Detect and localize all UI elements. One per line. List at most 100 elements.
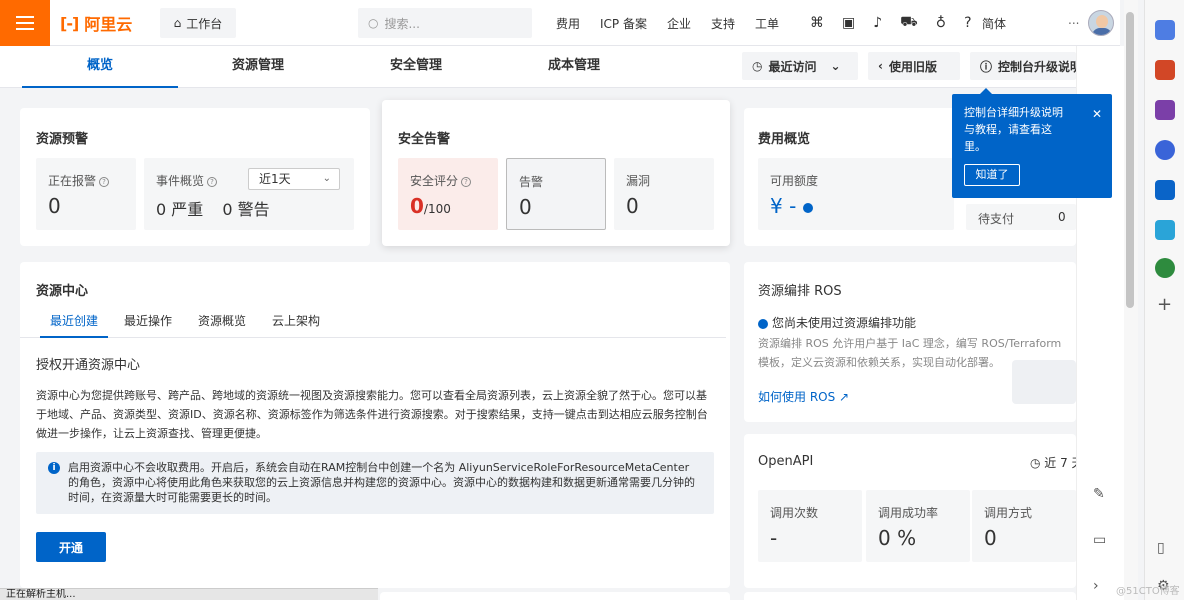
chevron-right-icon[interactable]: › <box>1093 578 1099 594</box>
toolbox-icon[interactable] <box>1155 60 1175 80</box>
tab-resource[interactable]: 资源管理 <box>180 46 336 88</box>
card-title: OpenAPI <box>758 454 814 469</box>
terminal-icon[interactable]: ▣ <box>842 15 855 31</box>
ros-help-link[interactable]: 如何使用 ROS ↗ <box>758 388 849 405</box>
aliyun-logo-icon: [-] <box>60 13 79 33</box>
ros-notice: 您尚未使用过资源编排功能 <box>772 316 917 330</box>
alarm-tile[interactable]: 正在报警? 0 <box>36 158 136 230</box>
search-placeholder: 搜索... <box>384 16 420 31</box>
vuln-tile[interactable]: 漏洞 0 <box>614 158 714 230</box>
status-bar: 正在解析主机... <box>0 588 378 600</box>
main-tabs: 概览 资源管理 安全管理 成本管理 ◷ 最近访问 ⌄ ‹ 使用旧版 ⓘ 控制台升… <box>0 46 1076 88</box>
score-value: 0 <box>410 194 424 218</box>
info-icon <box>758 318 768 329</box>
subtab-recent-ops[interactable]: 最近操作 <box>124 310 172 338</box>
resource-center-card: 资源中心 最近创建 最近操作 资源概览 云上架构 授权开通资源中心 资源中心为您… <box>20 262 730 588</box>
search-input[interactable]: ○ 搜索... <box>358 8 532 38</box>
got-it-button[interactable]: 知道了 <box>964 164 1020 186</box>
browser-sidebar: + ▯ ⚙ <box>1144 0 1184 600</box>
security-score-tile[interactable]: 安全评分? 0/100 <box>398 158 498 230</box>
help-icon[interactable]: ? <box>964 15 971 31</box>
method-tile: 调用方式 0 <box>972 490 1076 562</box>
partial-card <box>744 592 1076 600</box>
event-label: 事件概览 <box>156 174 205 188</box>
chevron-left-icon: ‹ <box>878 59 883 73</box>
upgrade-notes-button[interactable]: ⓘ 控制台升级说明 <box>970 52 1076 80</box>
nav-enterprise[interactable]: 企业 <box>667 15 691 32</box>
pending-value: 0 <box>1058 210 1066 224</box>
upgrade-label: 控制台升级说明 <box>998 59 1076 74</box>
logo[interactable]: [-] 阿里云 <box>60 12 132 35</box>
send-icon[interactable] <box>1155 220 1175 240</box>
alarm-value: 0 <box>48 194 61 218</box>
avatar[interactable] <box>1088 10 1114 36</box>
select-value: 近1天 <box>259 172 291 186</box>
severe-value: 0 <box>156 200 167 219</box>
warn-value: 0 <box>222 200 233 219</box>
time-range[interactable]: ◷ 近 7 天 <box>1030 454 1076 471</box>
upgrade-tooltip: 控制台详细升级说明与教程，请查看这里。 ✕ 知道了 <box>952 88 1112 198</box>
close-icon[interactable]: ✕ <box>1092 106 1102 123</box>
tab-security[interactable]: 安全管理 <box>338 46 494 88</box>
outlook-icon[interactable] <box>1155 180 1175 200</box>
tab-cost[interactable]: 成本管理 <box>496 46 652 88</box>
top-icons: ⌘ ▣ ♪ ⛟ ♁ ? <box>810 0 972 46</box>
info-icon: ⓘ <box>980 59 993 74</box>
more-icon[interactable]: ... <box>1068 13 1079 27</box>
available-label: 可用额度 <box>770 174 819 188</box>
subtab-recent-create[interactable]: 最近创建 <box>40 310 108 338</box>
activate-button[interactable]: 开通 <box>36 532 106 562</box>
info-text: 启用资源中心不会收取费用。开启后，系统会自动在RAM控制台中创建一个名为 Ali… <box>68 461 695 504</box>
scrollbar[interactable] <box>1124 0 1138 600</box>
subtab-resource-overview[interactable]: 资源概览 <box>198 310 246 338</box>
tab-overview[interactable]: 概览 <box>22 46 178 88</box>
description: 资源中心为您提供跨账号、跨产品、跨地域的资源统一视图及资源搜索能力。您可以查看全… <box>36 389 708 440</box>
nav-icp[interactable]: ICP 备案 <box>600 15 647 32</box>
edit-icon[interactable]: ✎ <box>1093 486 1105 502</box>
bell-icon[interactable]: ♪ <box>873 15 882 31</box>
workbench-button[interactable]: ⌂ 工作台 <box>160 8 236 38</box>
nav-ticket[interactable]: 工单 <box>755 15 779 32</box>
tree-icon[interactable] <box>1155 258 1175 278</box>
workbench-label: 工作台 <box>186 16 223 31</box>
alarm-label: 正在报警 <box>48 174 97 188</box>
question-icon[interactable]: ? <box>461 176 472 187</box>
ros-link-text: 如何使用 ROS <box>758 390 836 404</box>
panel-icon[interactable]: ▯ <box>1157 540 1165 556</box>
add-icon[interactable]: + <box>1157 294 1172 315</box>
alert-value: 0 <box>519 195 532 219</box>
vuln-label: 漏洞 <box>626 174 651 188</box>
available-tile[interactable]: 可用额度 ¥ - <box>758 158 954 230</box>
tag-icon[interactable] <box>1155 20 1175 40</box>
language-switch[interactable]: 简体 <box>982 15 1006 32</box>
top-bar: [-] 阿里云 ⌂ 工作台 ○ 搜索... 费用 ICP 备案 企业 支持 工单… <box>0 0 1120 46</box>
ros-illustration <box>1012 360 1076 404</box>
pending-tile[interactable]: 待支付 0 <box>966 204 1076 230</box>
resource-center-tabs: 最近创建 最近操作 资源概览 云上架构 <box>20 310 726 338</box>
question-icon[interactable]: ? <box>207 176 218 187</box>
range-label: 近 7 天 <box>1044 456 1076 470</box>
old-version-button[interactable]: ‹ 使用旧版 <box>868 52 960 80</box>
time-range-select[interactable]: 近1天 ⌄ <box>248 168 340 190</box>
copilot-icon[interactable] <box>1155 140 1175 160</box>
available-value: ¥ - <box>770 194 797 218</box>
success-value: 0 % <box>878 526 917 550</box>
security-alert-card: 安全告警 安全评分? 0/100 告警 0 漏洞 0 <box>382 100 730 246</box>
cart-icon[interactable]: ⛟ <box>900 14 918 32</box>
question-icon[interactable]: ? <box>99 176 110 187</box>
home-icon: ⌂ <box>173 16 182 30</box>
info-icon[interactable] <box>802 202 813 213</box>
recent-visits-button[interactable]: ◷ 最近访问 ⌄ <box>742 52 858 80</box>
feedback-icon[interactable]: ▭ <box>1093 532 1106 548</box>
alert-tile[interactable]: 告警 0 <box>506 158 606 230</box>
menu-icon[interactable] <box>0 0 50 46</box>
chess-icon[interactable] <box>1155 100 1175 120</box>
info-icon: i <box>48 462 60 474</box>
code-icon[interactable]: ⌘ <box>810 15 824 31</box>
subtab-cloud-arch[interactable]: 云上架构 <box>272 310 320 338</box>
score-total: /100 <box>423 202 451 216</box>
lightbulb-icon[interactable]: ♁ <box>936 15 946 31</box>
info-box: i 启用资源中心不会收取费用。开启后，系统会自动在RAM控制台中创建一个名为 A… <box>36 452 714 514</box>
nav-fee[interactable]: 费用 <box>556 15 580 32</box>
nav-support[interactable]: 支持 <box>711 15 735 32</box>
